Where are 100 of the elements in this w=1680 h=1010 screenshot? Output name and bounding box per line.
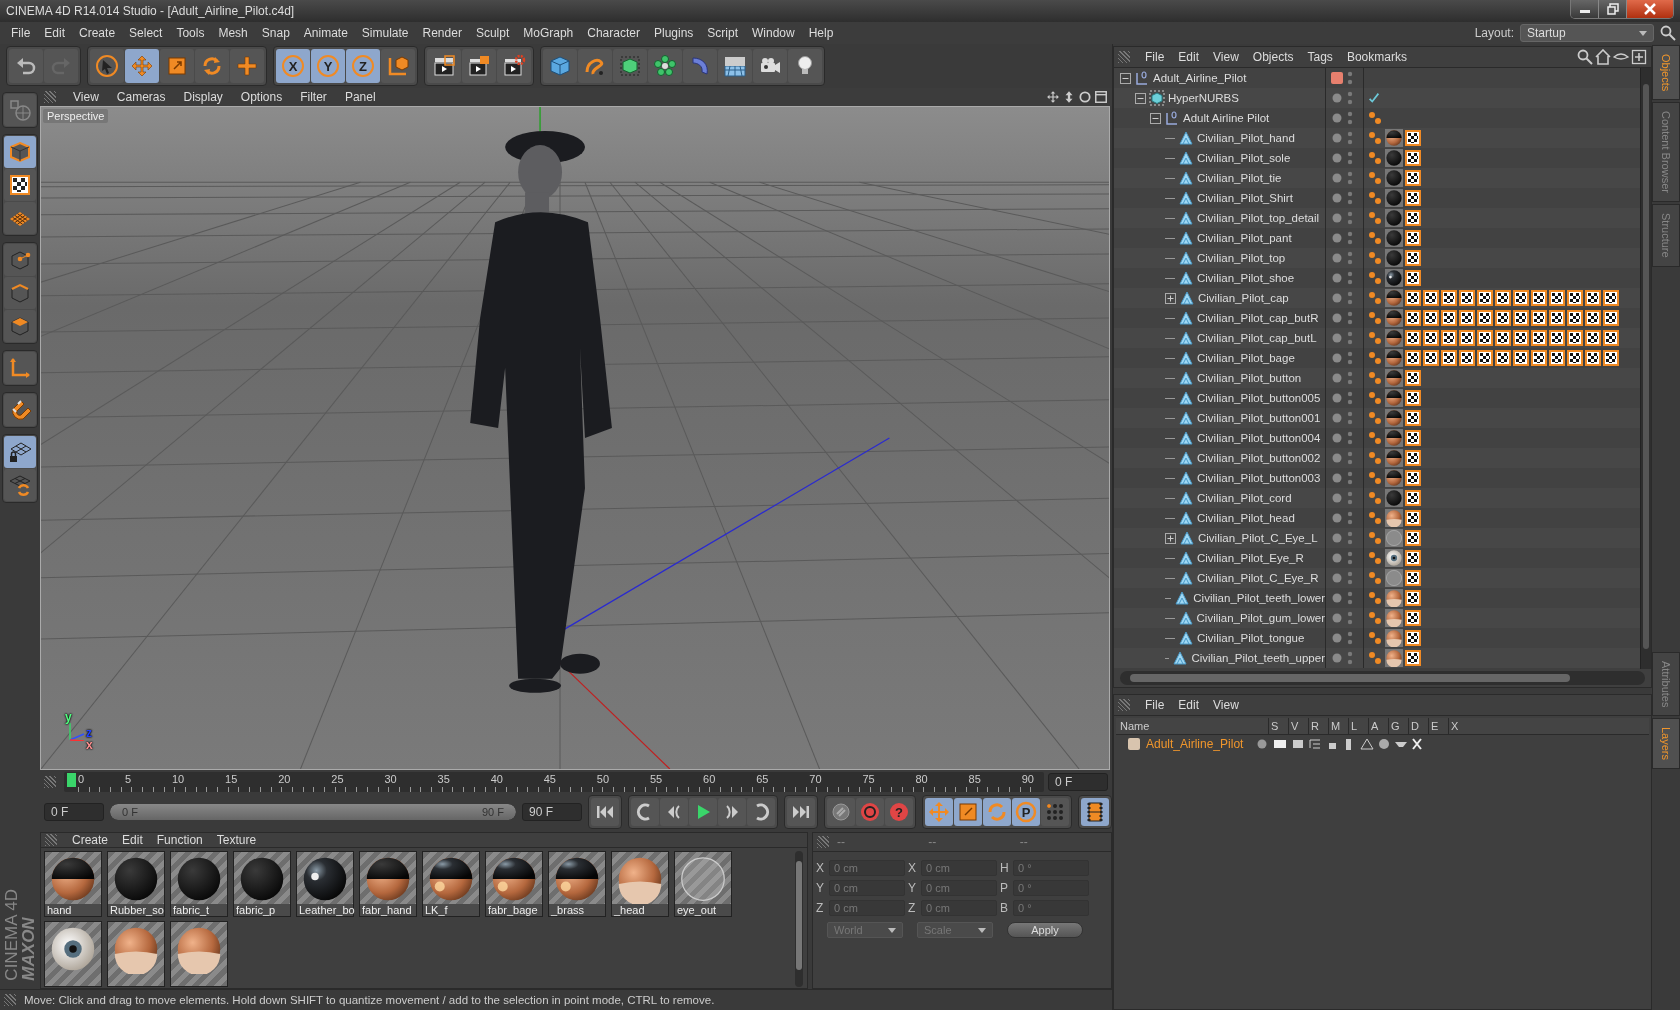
material-thumbnail[interactable]: fabr_bage: [485, 851, 543, 917]
visibility-dots-icon[interactable]: [1347, 610, 1353, 626]
tool-button[interactable]: [90, 49, 124, 83]
visibility-dot-icon[interactable]: [1331, 532, 1343, 544]
visibility-dots-icon[interactable]: [1347, 150, 1353, 166]
tool-button[interactable]: [788, 49, 822, 83]
visibility-dot-icon[interactable]: [1331, 612, 1343, 624]
object-name[interactable]: Civilian_Pilot_cap: [1198, 292, 1289, 304]
object-name[interactable]: Adult_Airline_Pilot: [1153, 72, 1247, 84]
visibility-dots-icon[interactable]: [1347, 210, 1353, 226]
object-name[interactable]: Civilian_Pilot_top: [1197, 252, 1286, 264]
visibility-dots-icon[interactable]: [1347, 90, 1353, 106]
menu-item[interactable]: Window: [745, 26, 802, 40]
tool-button[interactable]: [427, 49, 461, 83]
visibility-dot-icon[interactable]: [1331, 492, 1343, 504]
menu-item[interactable]: Select: [122, 26, 170, 40]
object-name[interactable]: Civilian_Pilot_cap_butL: [1197, 332, 1317, 344]
visibility-dot-icon[interactable]: [1331, 352, 1343, 364]
home-icon[interactable]: [1595, 49, 1611, 65]
visibility-dot-icon[interactable]: [1331, 332, 1343, 344]
visibility-dot-icon[interactable]: [1331, 432, 1343, 444]
material-thumbnail[interactable]: eye_out: [674, 851, 732, 917]
collapse-toggle-icon[interactable]: [1120, 72, 1131, 84]
search-icon[interactable]: [1660, 25, 1676, 41]
tool-button[interactable]: [753, 49, 787, 83]
grip-handle-icon[interactable]: [1118, 699, 1130, 711]
material-menu-item[interactable]: Texture: [209, 833, 264, 847]
visibility-dot-icon[interactable]: [1331, 272, 1343, 284]
object-name[interactable]: Civilian_Pilot_cord: [1197, 492, 1292, 504]
3d-viewport[interactable]: Perspective y z x: [40, 106, 1110, 770]
visibility-dots-icon[interactable]: [1347, 530, 1353, 546]
visibility-dots-icon[interactable]: [1347, 590, 1353, 606]
viewport-menu-item[interactable]: View: [64, 90, 108, 104]
material-thumbnail[interactable]: fabric_t: [170, 851, 228, 917]
visibility-dots-icon[interactable]: [1347, 290, 1353, 306]
menu-item[interactable]: Character: [580, 26, 647, 40]
object-name[interactable]: Civilian_Pilot_button: [1197, 372, 1302, 384]
material-thumbnail[interactable]: fabric_p: [233, 851, 291, 917]
rotate-icon[interactable]: [1078, 90, 1092, 104]
playback-button[interactable]: [856, 798, 884, 826]
search-icon[interactable]: [1577, 49, 1593, 65]
material-menu-item[interactable]: Function: [149, 833, 210, 847]
visibility-dots-icon[interactable]: [1347, 370, 1353, 386]
material-thumbnail[interactable]: fabr_hand: [359, 851, 417, 917]
object-name[interactable]: Civilian_Pilot_hand: [1197, 132, 1295, 144]
visibility-dot-icon[interactable]: [1331, 192, 1343, 204]
object-name[interactable]: Civilian_Pilot_head: [1197, 512, 1295, 524]
object-name[interactable]: Civilian_Pilot_bage: [1197, 352, 1295, 364]
object-name[interactable]: Civilian_Pilot_gum_lower: [1196, 612, 1325, 624]
visibility-dots-icon[interactable]: [1347, 430, 1353, 446]
object-name[interactable]: Civilian_Pilot_C_Eye_R: [1197, 572, 1319, 584]
material-thumbnail[interactable]: _head: [611, 851, 669, 917]
playback-button[interactable]: P: [1012, 798, 1040, 826]
layer-menu-item[interactable]: Edit: [1171, 698, 1207, 712]
object-name[interactable]: Civilian_Pilot_button003: [1197, 472, 1321, 484]
playback-button[interactable]: [631, 798, 659, 826]
current-frame-field[interactable]: 0 F: [1048, 773, 1108, 791]
visibility-dot-icon[interactable]: [1331, 232, 1343, 244]
object-name[interactable]: Adult Airline Pilot: [1183, 112, 1270, 124]
visibility-dot-icon[interactable]: [1331, 452, 1343, 464]
visibility-dot-icon[interactable]: [1331, 212, 1343, 224]
playback-button[interactable]: [689, 798, 717, 826]
layout-dropdown[interactable]: Startup: [1520, 24, 1654, 42]
menu-item[interactable]: Simulate: [354, 26, 416, 40]
object-name[interactable]: Civilian_Pilot_button004: [1197, 432, 1321, 444]
material-menu-item[interactable]: Edit: [115, 833, 150, 847]
visibility-dot-icon[interactable]: [1331, 172, 1343, 184]
tool-button[interactable]: [462, 49, 496, 83]
object-menu-item[interactable]: View: [1206, 50, 1246, 64]
visibility-dots-icon[interactable]: [1347, 410, 1353, 426]
menu-item[interactable]: Script: [700, 26, 745, 40]
material-thumbnail[interactable]: [44, 921, 102, 987]
new-window-icon[interactable]: [1631, 49, 1647, 65]
menu-item[interactable]: Plugins: [646, 26, 701, 40]
material-thumbnail[interactable]: LK_f: [422, 851, 480, 917]
grip-handle-icon[interactable]: [45, 834, 57, 846]
visibility-dots-icon[interactable]: [1347, 390, 1353, 406]
visibility-dots-icon[interactable]: [1347, 170, 1353, 186]
visibility-dot-icon[interactable]: [1331, 512, 1343, 524]
menu-item[interactable]: MoGraph: [516, 26, 581, 40]
tool-button[interactable]: Z: [346, 49, 380, 83]
visibility-dot-icon[interactable]: [1331, 132, 1343, 144]
menu-item[interactable]: Help: [801, 26, 841, 40]
object-name[interactable]: Civilian_Pilot_button002: [1197, 452, 1321, 464]
menu-item[interactable]: Mesh: [211, 26, 255, 40]
material-thumbnail[interactable]: _brass: [548, 851, 606, 917]
object-name[interactable]: Civilian_Pilot_teeth_upper: [1191, 652, 1325, 664]
playback-button[interactable]: [718, 798, 746, 826]
object-name[interactable]: Civilian_Pilot_top_detail: [1197, 212, 1320, 224]
visibility-dots-icon[interactable]: [1347, 490, 1353, 506]
visibility-dot-icon[interactable]: [1331, 252, 1343, 264]
visibility-dots-icon[interactable]: [1347, 310, 1353, 326]
visibility-dot-icon[interactable]: [1331, 572, 1343, 584]
material-thumbnail[interactable]: Rubber_so: [107, 851, 165, 917]
playback-button[interactable]: [827, 798, 855, 826]
visibility-dots-icon[interactable]: [1347, 510, 1353, 526]
visibility-dot-icon[interactable]: [1331, 372, 1343, 384]
menu-item[interactable]: Tools: [169, 26, 212, 40]
grip-handle-icon[interactable]: [1118, 51, 1130, 63]
mode-button[interactable]: [4, 436, 36, 468]
